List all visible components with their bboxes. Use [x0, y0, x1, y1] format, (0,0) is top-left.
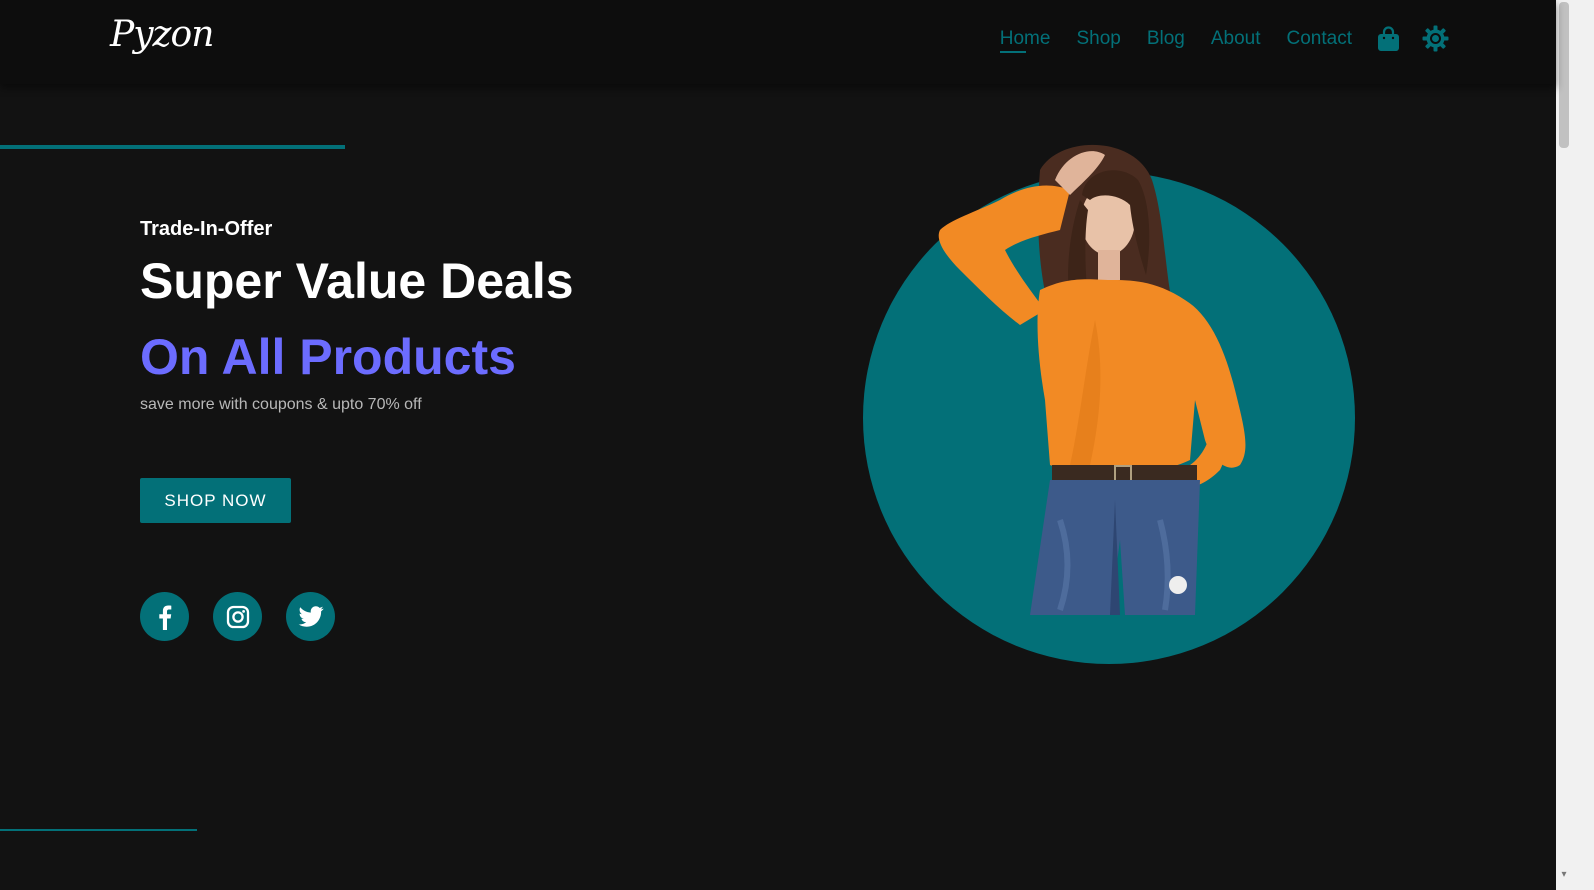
facebook-icon [158, 605, 171, 630]
navbar: Pyzon Home Shop Blog About Contact [0, 0, 1556, 84]
instagram-button[interactable] [213, 592, 262, 641]
nav-links: Home Shop Blog About Contact [999, 28, 1352, 53]
hero-model-image [938, 144, 1246, 615]
decorative-line-bottom [0, 829, 197, 831]
shopping-bag-icon[interactable] [1377, 26, 1400, 52]
nav-item-blog[interactable]: Blog [1147, 28, 1185, 50]
nav-item-about[interactable]: About [1211, 28, 1261, 50]
instagram-icon [226, 605, 249, 628]
twitter-icon [298, 605, 324, 627]
gear-icon[interactable] [1422, 25, 1449, 52]
scrollbar-thumb[interactable] [1559, 2, 1569, 148]
facebook-button[interactable] [140, 592, 189, 641]
nav-item-shop[interactable]: Shop [1076, 28, 1120, 50]
hero-title: Super Value Deals [140, 253, 574, 309]
decorative-line-top [0, 145, 345, 149]
shop-now-button[interactable]: SHOP NOW [140, 478, 291, 523]
scroll-down-arrow-icon[interactable]: ▾ [1559, 868, 1569, 882]
logo[interactable]: Pyzon [110, 14, 214, 55]
nav-item-contact[interactable]: Contact [1287, 28, 1352, 50]
hero-description: save more with coupons & upto 70% off [140, 396, 422, 413]
nav-item-home[interactable]: Home [999, 28, 1050, 53]
hero-title-accent: On All Products [140, 329, 516, 385]
page: Pyzon Home Shop Blog About Contact Trade… [0, 0, 1594, 890]
hero-subtitle: Trade-In-Offer [140, 218, 273, 240]
twitter-button[interactable] [286, 592, 335, 641]
